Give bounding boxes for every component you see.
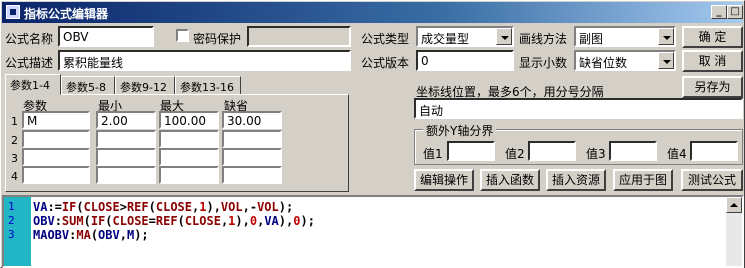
formula-desc-input[interactable]: 累积能量线 — [58, 50, 351, 71]
param-min-cell[interactable] — [96, 166, 156, 184]
param-max-cell[interactable] — [159, 166, 219, 184]
chevron-down-icon[interactable] — [496, 28, 512, 45]
draw-method-label: 画线方法 — [519, 32, 568, 46]
test-formula-button[interactable]: 测试公式 — [681, 169, 743, 191]
draw-method-select[interactable]: 副图 — [574, 26, 676, 47]
apply-to-chart-button[interactable]: 应用于图 — [613, 169, 673, 191]
formula-editor-window: 指标公式编辑器 _ □ × 公式名称 OBV 密码保护 公式类型 成交量型 画线… — [0, 0, 745, 268]
coord-lines-input[interactable]: 自动 — [414, 98, 743, 119]
password-label: 密码保护 — [193, 32, 242, 46]
editor-scrollbar[interactable] — [726, 197, 742, 266]
y-value-3-label: 值3 — [586, 147, 606, 161]
param-max-cell[interactable] — [159, 148, 219, 166]
insert-function-button[interactable]: 插入函数 — [480, 169, 540, 191]
code-line-3[interactable]: MAOBV:MA(OBV,M); — [33, 228, 149, 242]
cancel-button[interactable]: 取 消 — [682, 50, 743, 72]
formula-version-input[interactable]: 0 — [416, 50, 514, 71]
tab-params-13-16[interactable]: 参数13-16 — [175, 76, 241, 95]
param-min-cell[interactable] — [96, 148, 156, 166]
param-max-cell[interactable] — [159, 130, 219, 148]
y-value-2-label: 值2 — [505, 147, 525, 161]
param-row-number: 1 — [11, 115, 18, 128]
param-name-cell[interactable] — [22, 166, 90, 184]
draw-method-value: 副图 — [579, 32, 604, 46]
password-checkbox[interactable] — [176, 29, 189, 42]
scroll-up-icon[interactable] — [726, 197, 742, 213]
param-default-cell[interactable] — [222, 166, 282, 184]
save-as-button[interactable]: 另存为 — [682, 76, 743, 98]
formula-type-label: 公式类型 — [361, 32, 410, 46]
param-row-number: 2 — [11, 134, 18, 147]
decimals-label: 显示小数 — [519, 56, 568, 70]
param-name-cell[interactable] — [22, 130, 90, 148]
param-default-cell[interactable] — [222, 148, 282, 166]
chevron-down-icon[interactable] — [658, 28, 674, 45]
formula-desc-label: 公式描述 — [5, 56, 54, 70]
decimals-value: 缺省位数 — [579, 56, 628, 70]
y-value-1-label: 值1 — [423, 147, 443, 161]
param-default-cell[interactable] — [222, 130, 282, 148]
formula-type-value: 成交量型 — [421, 32, 470, 46]
chevron-down-icon[interactable] — [658, 52, 674, 69]
app-icon — [6, 5, 20, 19]
window-title: 指标公式编辑器 — [24, 7, 109, 21]
maximize-button[interactable]: □ — [727, 5, 743, 19]
line-number: 3 — [8, 228, 15, 241]
param-name-cell[interactable]: M — [22, 111, 90, 129]
param-default-cell[interactable]: 30.00 — [222, 111, 282, 129]
formula-name-label: 公式名称 — [5, 32, 54, 46]
param-name-cell[interactable] — [22, 148, 90, 166]
password-input[interactable] — [247, 26, 351, 47]
param-max-cell[interactable]: 100.00 — [159, 111, 219, 129]
line-number: 1 — [8, 200, 15, 213]
param-row-number: 3 — [11, 152, 18, 165]
param-min-cell[interactable] — [96, 130, 156, 148]
params-panel: 参数 最小 最大 缺省 1 M 2.00 100.00 30.00 2 3 4 — [5, 94, 349, 192]
param-row-number: 4 — [11, 170, 18, 183]
y-value-2-input[interactable] — [528, 141, 576, 161]
minimize-button[interactable]: _ — [711, 5, 727, 19]
line-number-gutter: 1 2 3 — [4, 197, 31, 266]
formula-version-label: 公式版本 — [361, 56, 410, 70]
code-line-1[interactable]: VA:=IF(CLOSE>REF(CLOSE,1),VOL,-VOL); — [33, 200, 293, 214]
formula-name-input[interactable]: OBV — [58, 26, 154, 47]
y-value-4-input[interactable] — [690, 141, 738, 161]
decimals-select[interactable]: 缺省位数 — [574, 50, 676, 71]
tab-params-1-4[interactable]: 参数1-4 — [5, 74, 61, 95]
param-min-cell[interactable]: 2.00 — [96, 111, 156, 129]
tab-params-5-8[interactable]: 参数5-8 — [61, 76, 115, 95]
code-line-2[interactable]: OBV:SUM(IF(CLOSE=REF(CLOSE,1),0,VA),0); — [33, 214, 315, 228]
extra-y-axis-group: 额外Y轴分界 值1 值2 值3 值4 — [414, 122, 743, 165]
formula-type-select[interactable]: 成交量型 — [416, 26, 514, 47]
insert-resource-button[interactable]: 插入资源 — [546, 169, 606, 191]
y-value-4-label: 值4 — [667, 147, 687, 161]
formula-code-editor[interactable]: 1 2 3 VA:=IF(CLOSE>REF(CLOSE,1),VOL,-VOL… — [2, 195, 744, 268]
tab-params-9-12[interactable]: 参数9-12 — [115, 76, 175, 95]
y-value-1-input[interactable] — [447, 141, 495, 161]
line-number: 2 — [8, 214, 15, 227]
title-bar[interactable]: 指标公式编辑器 _ □ × — [2, 2, 743, 23]
edit-ops-button[interactable]: 编辑操作 — [414, 169, 474, 191]
extra-y-axis-title: 额外Y轴分界 — [423, 122, 497, 139]
y-value-3-input[interactable] — [609, 141, 657, 161]
ok-button[interactable]: 确 定 — [682, 26, 743, 48]
